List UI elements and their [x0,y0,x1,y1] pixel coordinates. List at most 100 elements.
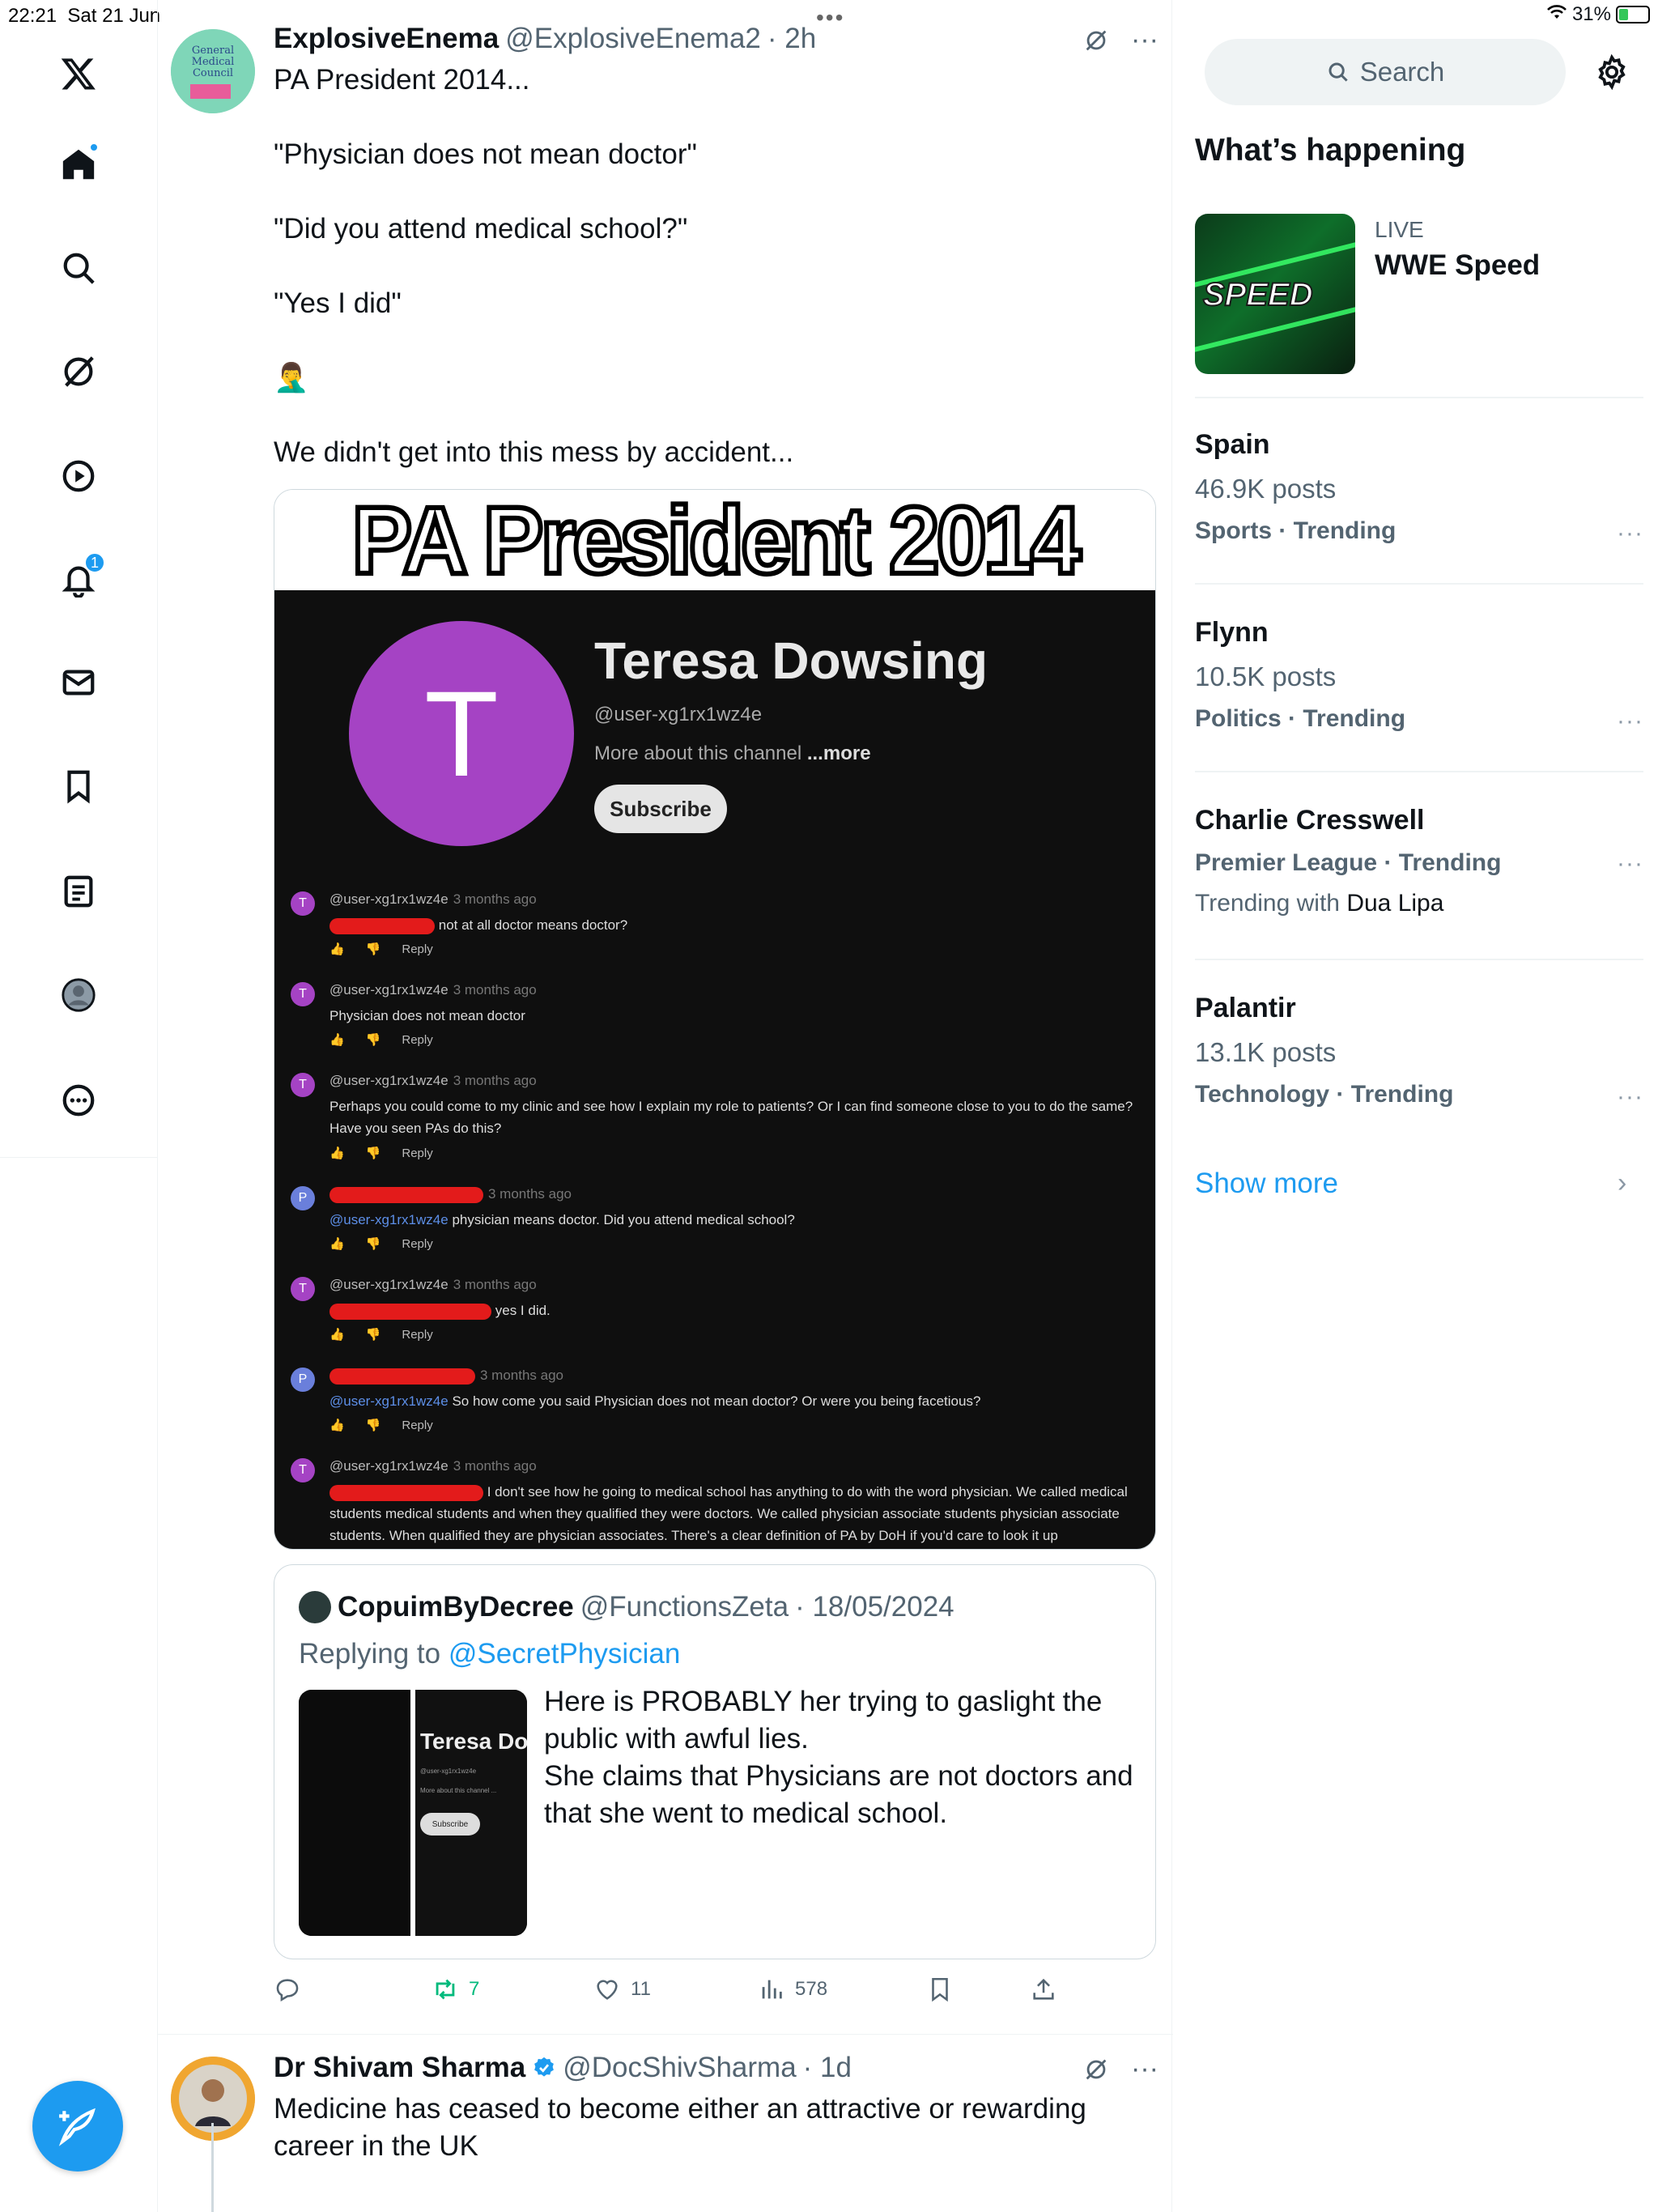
trend-more-icon[interactable]: ··· [1617,520,1643,547]
grok-explain-icon[interactable] [1082,2056,1110,2083]
quoted-author-name: CopuimByDecree [338,1591,574,1623]
trend-name: Flynn [1195,617,1269,648]
compose-post-button[interactable] [32,2081,123,2172]
notifications-bell-icon[interactable]: 1 [50,551,107,607]
verified-badge-icon [532,2056,556,2080]
x-logo-icon[interactable] [50,45,107,102]
quoted-media-thumbnail[interactable]: Teresa Do @user-xg1rx1wz4e More about th… [299,1690,527,1936]
author-name[interactable]: ExplosiveEnema [274,23,499,55]
lists-icon[interactable] [50,863,107,920]
comment-meta: @user-xg1rx1wz4e 3 months ago [329,982,537,998]
tweet-text: PA President 2014... "Physician does not… [274,62,1156,508]
search-input[interactable]: Search [1205,39,1566,105]
replying-to-handle[interactable]: @SecretPhysician [449,1638,680,1670]
comment-reply: Reply [402,1327,433,1342]
like-button[interactable]: 11 [593,1976,651,2003]
reply-button[interactable] [274,1976,301,2003]
sidebar-divider [1195,583,1643,585]
repost-button[interactable]: 7 [432,1976,479,2003]
comment-mention: @user-xg1rx1wz4e [329,1393,449,1409]
post-more-icon[interactable]: ··· [1131,2053,1158,2085]
bookmarks-icon[interactable] [50,758,107,815]
quoted-tweet[interactable]: CopuimByDecree @FunctionsZeta · 18/05/20… [274,1564,1156,1959]
post-time[interactable]: · 2h [767,23,816,55]
thumbnail-about: More about this channel ... [420,1787,497,1794]
quoted-tweet-header: CopuimByDecree @FunctionsZeta · 18/05/20… [299,1591,954,1623]
views-button[interactable]: 578 [758,1976,827,2003]
comment-meta: @user-xg1rx1wz4e 3 months ago [329,1277,537,1293]
comment-avatar: P [291,1368,315,1392]
tweet-line: "Yes I did" [274,287,402,319]
comment-text: I don't see how he going to medical scho… [329,1481,1139,1546]
more-options-icon[interactable] [50,1072,107,1129]
thumbs-up-icon: 👍 [329,1033,345,1047]
bookmark-button[interactable] [926,1976,954,2003]
live-event-image[interactable]: SPEED [1195,214,1355,374]
tweet-header: ExplosiveEnema @ExplosiveEnema2 · 2h [274,23,816,55]
trend-item[interactable]: Charlie Cresswell Premier League · Trend… [1195,805,1643,917]
thumbs-up-icon: 👍 [329,1146,345,1160]
channel-about-text: More about this channel [594,742,802,764]
author-handle[interactable]: @ExplosiveEnema2 [505,23,761,55]
comment-reply: Reply [402,1032,433,1047]
author-name[interactable]: Dr Shivam Sharma [274,2052,525,2084]
trend-more-icon[interactable]: ··· [1617,850,1643,878]
tweet-header-actions: ··· [1082,24,1158,56]
comment-author: @user-xg1rx1wz4e [329,1277,449,1292]
comment-avatar: P [291,1186,315,1210]
comment-avatar: T [291,1277,315,1301]
author-avatar[interactable]: General Medical Council [171,29,255,113]
channel-about: More about this channel ...more [594,742,871,765]
settings-gear-icon[interactable] [1593,53,1630,91]
post-time[interactable]: · 1d [803,2052,852,2084]
tweet[interactable]: Dr Shivam Sharma @DocShivSharma · 1d ···… [158,2035,1173,2212]
thread-line [211,2123,214,2212]
like-count: 11 [631,1978,651,2000]
comment-ago: 3 months ago [453,891,537,907]
trend-item[interactable]: Spain 46.9K posts Sports · Trending ··· [1195,429,1643,547]
video-icon[interactable] [50,448,107,504]
author-handle[interactable]: @DocShivSharma [563,2052,796,2084]
sidebar-divider [1195,959,1643,960]
grok-explain-icon[interactable] [1082,27,1110,54]
trend-more-icon[interactable]: ··· [1617,708,1643,735]
grok-icon[interactable] [50,343,107,400]
thumbs-up-icon: 👍 [329,1419,345,1432]
thumbs-down-icon: 👎 [365,1033,381,1047]
trend-post-count: 10.5K posts [1195,661,1337,691]
comment-text: yes I did. [329,1300,1139,1321]
tweet-media-image[interactable]: PA President 2014 T Teresa Dowsing @user… [274,489,1156,1550]
messages-envelope-icon[interactable] [50,654,107,711]
comment-author: @user-xg1rx1wz4e [329,1073,449,1088]
thumbs-down-icon: 👎 [365,1237,381,1251]
comment-author: @user-xg1rx1wz4e [329,891,449,907]
share-button[interactable] [1030,1976,1057,2003]
tweet-actions: 7 11 578 [274,1976,1156,2011]
feather-plus-icon [58,2108,96,2146]
home-icon[interactable] [50,136,107,193]
live-event-title[interactable]: WWE Speed [1375,249,1540,282]
share-upload-icon [1033,1978,1054,2000]
profile-avatar-icon[interactable] [50,967,107,1023]
tweet-line: "Did you attend medical school?" [274,213,688,245]
trend-item[interactable]: Palantir 13.1K posts Technology · Trendi… [1195,993,1643,1111]
show-more-link[interactable]: Show more [1195,1168,1338,1200]
comment-actions: 👍 👎 Reply [329,1236,433,1252]
trend-post-count: 46.9K posts [1195,474,1337,504]
comment-actions: 👍 👎 Reply [329,942,433,957]
quoted-author-avatar [299,1591,331,1623]
reply-bubble-icon [276,1979,299,2002]
comment-text: not at all doctor means doctor? [329,914,1139,936]
thumbs-down-icon: 👎 [365,942,381,956]
tweet-divider [158,2034,1173,2035]
trend-item[interactable]: Flynn 10.5K posts Politics · Trending ··… [1195,617,1643,735]
svg-text:Medical: Medical [192,56,235,68]
whats-happening-heading: What’s happening [1195,133,1466,168]
comment-text: @user-xg1rx1wz4e physician means doctor.… [329,1209,1139,1231]
trend-more-icon[interactable]: ··· [1617,1083,1643,1111]
views-count: 578 [795,1978,828,2000]
trend-category: Premier League · Trending [1195,849,1502,876]
post-more-icon[interactable]: ··· [1131,24,1158,56]
tweet[interactable]: General Medical Council ExplosiveEnema @Ex… [158,0,1173,2027]
explore-search-icon[interactable] [50,240,107,296]
